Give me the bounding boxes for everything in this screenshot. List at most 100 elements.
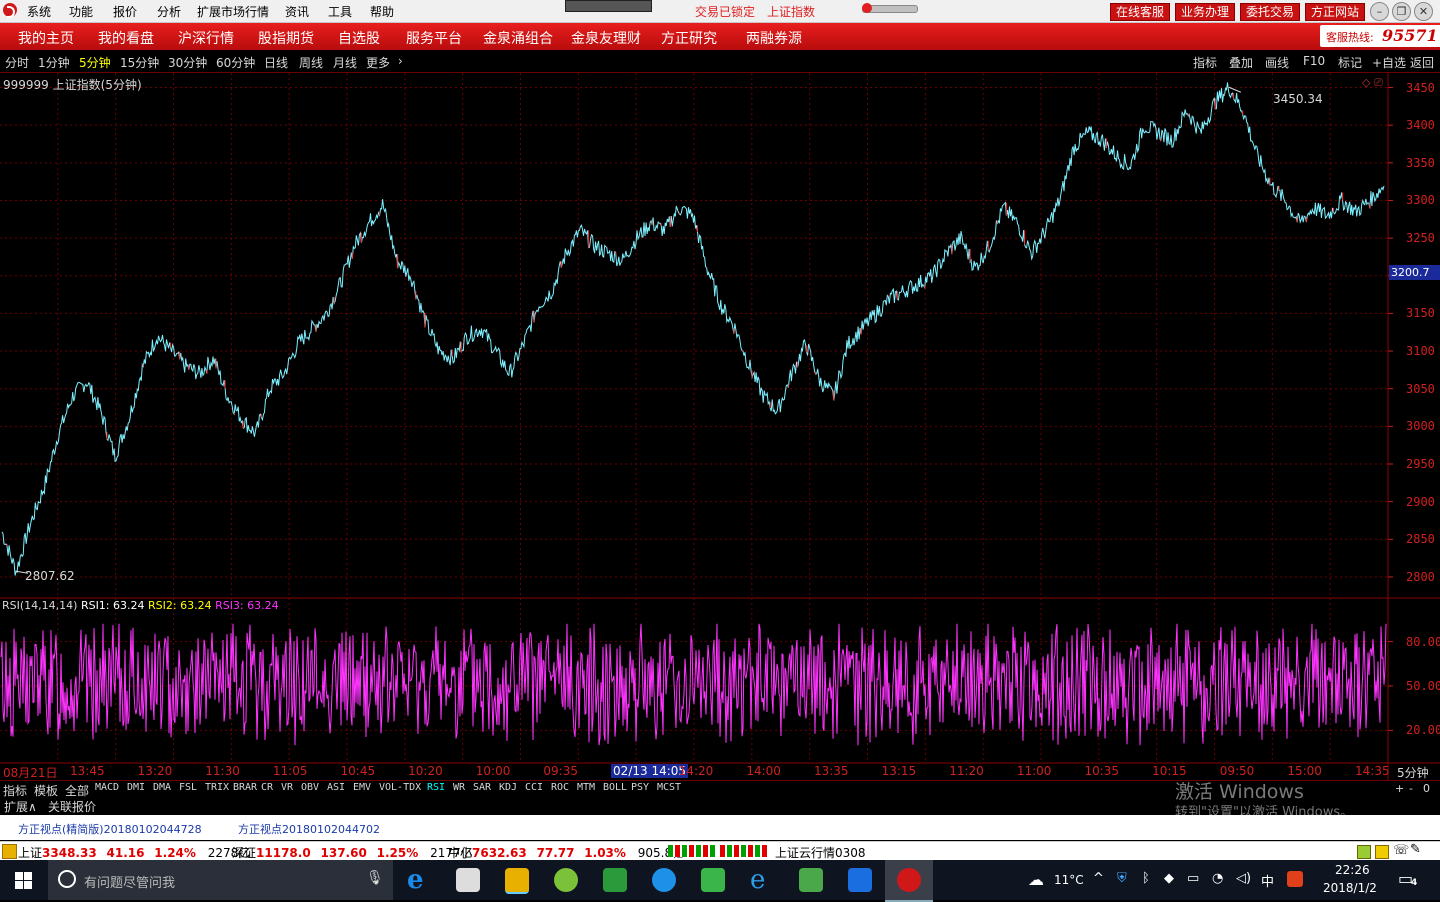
menu-extended-market[interactable]: 扩展市场行情 [197, 3, 269, 20]
business-button[interactable]: 业务办理 [1175, 3, 1236, 21]
iqiyi-icon[interactable] [701, 868, 725, 892]
chart-options-icon[interactable]: ◇ ⎚ [1362, 76, 1383, 90]
period-30min[interactable]: 30分钟 [168, 54, 207, 71]
indicator-tab[interactable]: DMA [153, 782, 171, 793]
expand-button[interactable]: 扩展∧ [4, 798, 37, 815]
website-button[interactable]: 方正网站 [1305, 3, 1366, 21]
indicator-tab[interactable]: MTM [577, 782, 595, 793]
clock-time[interactable]: 22:26 [1335, 863, 1370, 877]
indicator-zoom-button[interactable]: + [1395, 782, 1404, 795]
tool-back[interactable]: 返回 [1410, 54, 1434, 71]
indicator-tab[interactable]: BOLL [603, 782, 627, 793]
nav-hs-market[interactable]: 沪深行情 [178, 28, 234, 48]
menu-tools[interactable]: 工具 [328, 3, 352, 20]
menu-quote[interactable]: 报价 [113, 3, 137, 20]
tool-mark[interactable]: 标记 [1338, 54, 1362, 71]
nav-margin[interactable]: 两融券源 [746, 28, 802, 48]
related-quote-button[interactable]: 关联报价 [48, 798, 96, 815]
nav-service-platform[interactable]: 服务平台 [406, 28, 462, 48]
status-icon-4[interactable]: ✎ [1410, 842, 1421, 857]
tool-overlay[interactable]: 叠加 [1229, 54, 1253, 71]
indicator-tab[interactable]: SAR [473, 782, 491, 793]
toolbar-handle-icon[interactable] [565, 0, 652, 12]
indicator-tab[interactable]: BRAR [233, 782, 257, 793]
nav-research[interactable]: 方正研究 [661, 28, 717, 48]
indicator-zoom-button[interactable]: - [1409, 782, 1413, 795]
video-player-icon[interactable] [652, 868, 676, 892]
sogou-ime-icon[interactable] [1287, 871, 1303, 887]
minimize-icon[interactable]: – [1370, 2, 1389, 21]
period-15min[interactable]: 15分钟 [120, 54, 159, 71]
nav-wealth[interactable]: 金泉友理财 [571, 28, 641, 48]
store-icon[interactable] [456, 868, 480, 892]
period-5min[interactable]: 5分钟 [79, 54, 111, 71]
indicator-tab[interactable]: RSI [427, 782, 445, 793]
nav-index-futures[interactable]: 股指期货 [258, 28, 314, 48]
tray-shield-icon[interactable]: ⛨ [1117, 871, 1127, 886]
menu-help[interactable]: 帮助 [370, 3, 394, 20]
tool-draw[interactable]: 画线 [1265, 54, 1289, 71]
news-link-1[interactable]: 方正视点(精简版)20180102044728 [18, 821, 202, 837]
indicator-tab[interactable]: ROC [551, 782, 569, 793]
menu-function[interactable]: 功能 [69, 3, 93, 20]
cloud-quote-label[interactable]: 上证云行情0308 [775, 844, 866, 861]
app-green-leaf-icon[interactable] [603, 868, 627, 892]
indicator-tab[interactable]: DMI [127, 782, 145, 793]
ime-indicator[interactable]: 中 [1261, 871, 1274, 890]
period-daily[interactable]: 日线 [264, 54, 288, 71]
indicator-tab[interactable]: CR [261, 782, 273, 793]
period-timeshare[interactable]: 分时 [5, 54, 29, 71]
news-link-2[interactable]: 方正视点20180102044702 [238, 821, 380, 837]
slider-knob-icon[interactable] [862, 3, 872, 13]
indicator-tab[interactable]: TRIX [205, 782, 229, 793]
wifi-icon[interactable]: ◔ [1212, 871, 1223, 886]
file-explorer-icon[interactable] [505, 868, 529, 894]
market-icon[interactable] [2, 844, 17, 859]
indicator-zoom-button[interactable]: 0 [1423, 782, 1430, 795]
indicator-tab[interactable]: ASI [327, 782, 345, 793]
nav-my-watch[interactable]: 我的看盘 [98, 28, 154, 48]
status-icon-2[interactable] [1375, 845, 1389, 859]
indicator-tab[interactable]: PSY [631, 782, 649, 793]
indicator-tab[interactable]: KDJ [499, 782, 517, 793]
nav-my-home[interactable]: 我的主页 [18, 28, 74, 48]
cortana-search-box[interactable]: 有问题尽管问我 🎙 [48, 860, 393, 900]
period-weekly[interactable]: 周线 [299, 54, 323, 71]
weather-cloud-icon[interactable]: ☁ [1028, 870, 1044, 889]
menu-info[interactable]: 资讯 [285, 3, 309, 20]
chevron-right-icon[interactable]: › [398, 54, 403, 68]
tray-up-arrow-icon[interactable]: ^ [1093, 871, 1104, 886]
period-60min[interactable]: 60分钟 [216, 54, 255, 71]
menu-system[interactable]: 系统 [27, 3, 51, 20]
online-service-button[interactable]: 在线客服 [1110, 3, 1171, 21]
indicator-tab[interactable]: EMV [353, 782, 371, 793]
indicator-tab[interactable]: WR [453, 782, 465, 793]
app-green-circle-icon[interactable] [554, 868, 578, 892]
indicator-tab[interactable]: MACD [95, 782, 119, 793]
indicator-tab[interactable]: VOL-TDX [379, 782, 421, 793]
restore-icon[interactable]: ❐ [1392, 2, 1411, 21]
tool-f10[interactable]: F10 [1303, 54, 1325, 68]
app-network-icon[interactable] [799, 868, 823, 892]
indicator-tab[interactable]: OBV [301, 782, 319, 793]
indicator-tab[interactable]: VR [281, 782, 293, 793]
chart-area[interactable] [0, 73, 1440, 780]
tool-indicator[interactable]: 指标 [1193, 54, 1217, 71]
indicator-tab[interactable]: MCST [657, 782, 681, 793]
bluetooth-icon[interactable]: ᛒ [1142, 871, 1150, 886]
period-monthly[interactable]: 月线 [333, 54, 357, 71]
tool-add-watch[interactable]: +自选 [1372, 54, 1406, 71]
period-more[interactable]: 更多 [366, 54, 390, 71]
windows-start-icon[interactable] [15, 872, 32, 889]
tray-diamond-icon[interactable]: ◆ [1164, 871, 1174, 886]
entrust-trade-button[interactable]: 委托交易 [1240, 3, 1301, 21]
clock-date[interactable]: 2018/1/2 [1323, 881, 1377, 895]
edge-icon[interactable]: e [407, 867, 431, 893]
volume-icon[interactable]: ◁) [1236, 871, 1251, 886]
status-icon-3[interactable]: ☏ [1393, 843, 1409, 858]
weather-temp[interactable]: 11°C [1054, 873, 1084, 887]
battery-icon[interactable]: ▭ [1187, 871, 1199, 886]
internet-explorer-icon[interactable]: e [750, 867, 774, 893]
nav-watchlist[interactable]: 自选股 [338, 28, 380, 48]
security-shield-icon[interactable] [848, 868, 872, 892]
